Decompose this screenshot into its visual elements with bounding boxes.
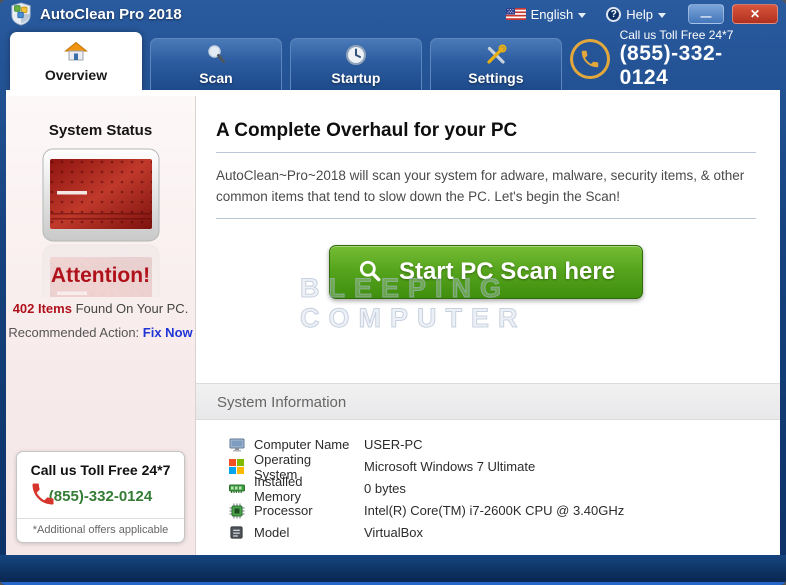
fix-now-link[interactable]: Fix Now (143, 325, 193, 340)
magnifier-icon (359, 260, 381, 281)
call-box-note: *Additional offers applicable (17, 518, 184, 542)
computer-icon (229, 437, 246, 453)
tab-label: Overview (44, 66, 108, 83)
system-information-title: System Information (196, 382, 780, 420)
start-pc-scan-button[interactable]: Start PC Scan here (329, 244, 643, 299)
header-phone: Call us Toll Free 24*7 (855)-332-0124 (569, 28, 770, 90)
phone-circle-icon (569, 39, 610, 79)
house-icon (64, 41, 88, 60)
close-glyph: ✕ (749, 7, 761, 21)
memory-icon (229, 481, 246, 497)
row-label: Installed Memory (254, 473, 303, 504)
minimize-glyph: — (700, 11, 712, 23)
row-label: Processor (254, 503, 313, 519)
tab-scan[interactable]: Scan (149, 38, 282, 90)
divider (216, 152, 756, 153)
page-title: A Complete Overhaul for your PC (216, 120, 518, 141)
language-selector[interactable]: English (505, 6, 587, 22)
row-value: Intel(R) Core(TM) i7-2600K CPU @ 3.40GHz (364, 503, 625, 519)
row-value: USER-PC (364, 437, 423, 453)
items-count: 402 Items (12, 301, 72, 316)
sidebar-status-panel: System Status Attention! 402 Items Found… (6, 96, 196, 555)
help-label: Help (626, 6, 653, 22)
tools-icon (487, 44, 507, 64)
close-button[interactable]: ✕ (732, 4, 778, 24)
tab-label: Settings (468, 70, 524, 86)
description-text: AutoClean~Pro~2018 will scan your system… (216, 168, 745, 205)
main-panel: A Complete Overhaul for your PC AutoClea… (196, 96, 780, 555)
windows-icon (229, 459, 246, 475)
start-pc-scan-label: Start PC Scan here (398, 257, 616, 285)
title-bar: AutoClean Pro 2018 English ? Help — ✕ (0, 0, 786, 28)
tab-startup[interactable]: Startup (289, 38, 422, 90)
row-value: Microsoft Windows 7 Ultimate (364, 459, 536, 475)
window-footer (0, 555, 786, 585)
call-box-number: (855)-332-0124 (48, 488, 153, 505)
tab-label: Scan (199, 70, 233, 86)
red-phone-icon (29, 480, 57, 513)
row-value: VirtualBox (364, 525, 424, 541)
app-shield-logo-icon (11, 2, 31, 26)
tab-overview[interactable]: Overview (10, 32, 142, 90)
recommended-label: Recommended Action: (8, 325, 143, 340)
row-label: Computer Name (254, 437, 350, 453)
header-phone-number: (855)-332-0124 (619, 42, 723, 89)
items-found-line: 402 Items Found On Your PC. (6, 301, 195, 316)
tab-bar: Overview Scan Startup Settings Call us T… (0, 28, 786, 90)
chevron-down-icon (658, 12, 666, 18)
app-title: AutoClean Pro 2018 (40, 5, 182, 23)
divider (216, 217, 756, 219)
header-phone-caption: Call us Toll Free 24*7 (619, 28, 734, 42)
tab-label: Startup (331, 70, 381, 86)
magnifier-icon (208, 45, 225, 63)
clock-icon (345, 45, 366, 65)
system-status-title: System Status (48, 122, 153, 139)
tab-settings[interactable]: Settings (429, 38, 562, 90)
content-area: System Status Attention! 402 Items Found… (6, 90, 780, 555)
row-label: Model (254, 525, 290, 541)
call-box: Call us Toll Free 24*7 (855)-332-0124 *A… (16, 451, 185, 543)
app-window: AutoClean Pro 2018 English ? Help — ✕ Ov… (0, 0, 786, 585)
processor-icon (229, 503, 246, 519)
table-row: Model VirtualBox (229, 522, 780, 544)
chevron-down-icon (578, 12, 587, 18)
system-information-section: System Information Computer Name USER-PC… (196, 382, 780, 544)
us-flag-icon (505, 8, 526, 20)
minimize-button[interactable]: — (688, 4, 724, 24)
help-icon: ? (606, 6, 622, 22)
help-menu[interactable]: ? Help (606, 6, 666, 22)
call-box-title: Call us Toll Free 24*7 (30, 462, 171, 478)
table-row: Installed Memory 0 bytes (229, 474, 780, 504)
recommended-action-line: Recommended Action: Fix Now (6, 325, 195, 340)
language-label: English (530, 6, 574, 22)
items-suffix: Found On Your PC. (71, 301, 189, 316)
row-value: 0 bytes (364, 481, 406, 497)
model-icon (229, 525, 246, 541)
attention-label: Attention! (50, 264, 151, 287)
table-row: Processor Intel(R) Core(TM) i7-2600K CPU… (229, 500, 780, 522)
